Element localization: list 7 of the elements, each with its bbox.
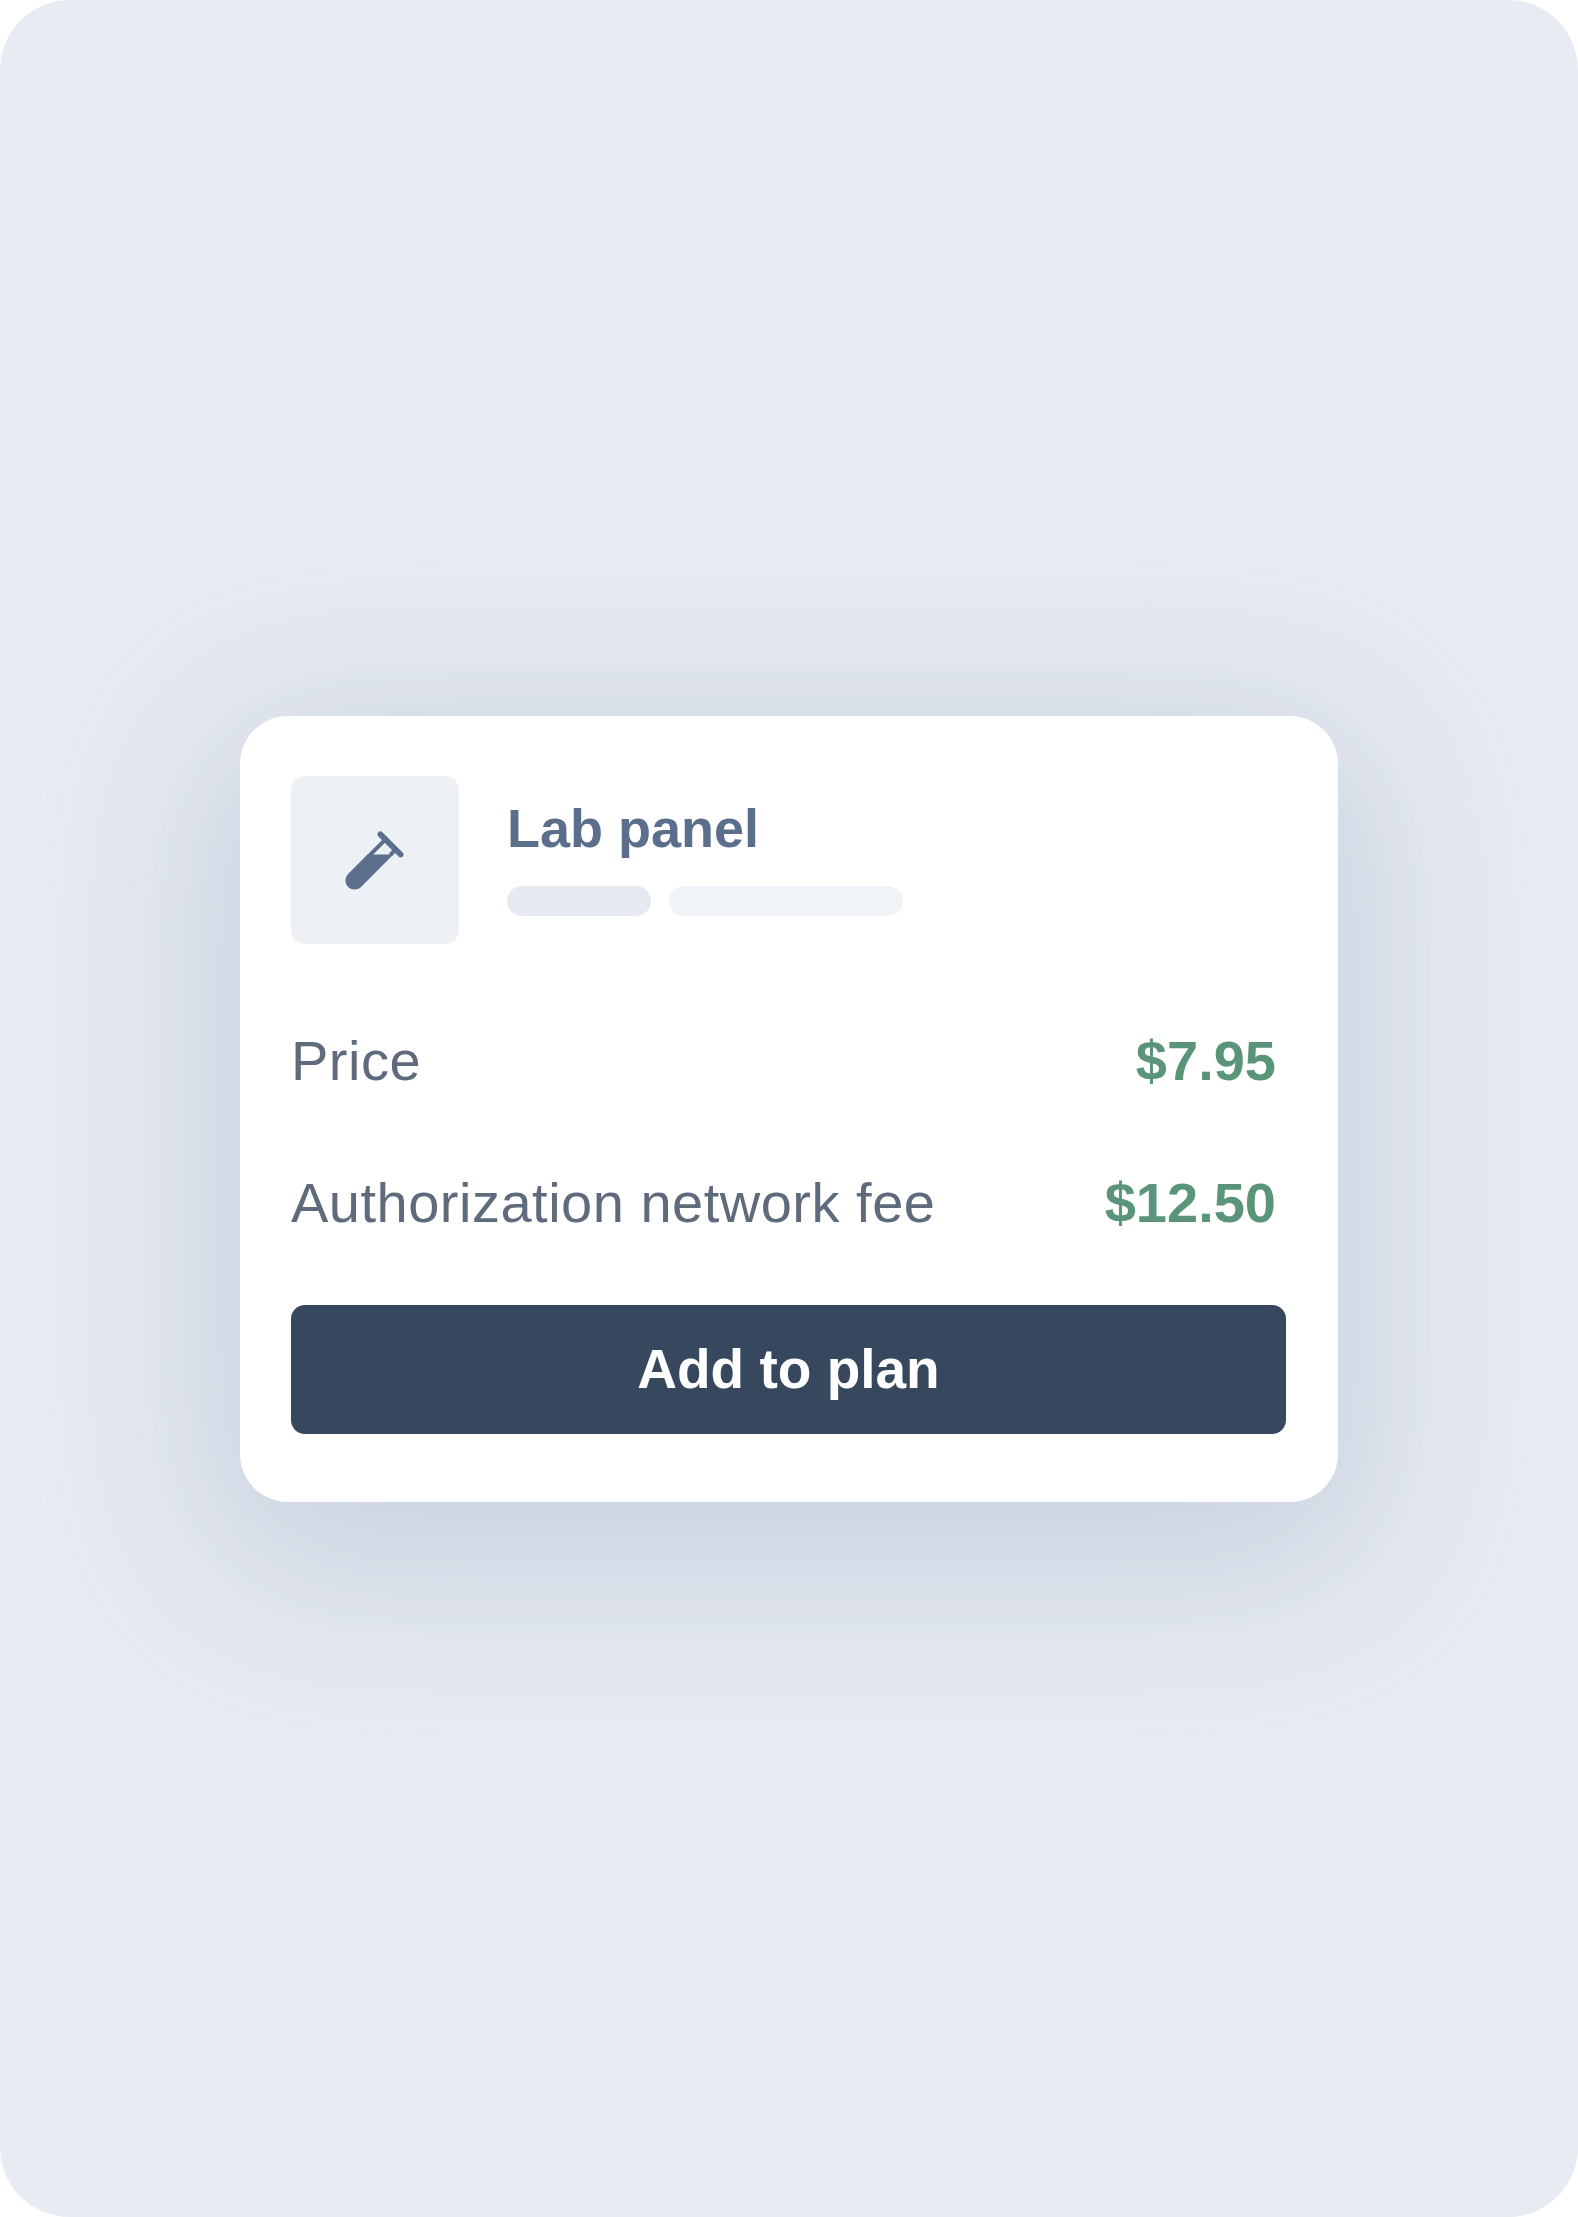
line-item-label: Authorization network fee <box>291 1169 936 1236</box>
line-item-amount: $12.50 <box>1104 1169 1276 1236</box>
test-tube-icon <box>345 829 405 890</box>
line-item-amount: $7.95 <box>1135 1027 1276 1094</box>
product-title: Lab panel <box>507 796 761 860</box>
add-to-plan-button[interactable]: Add to plan <box>291 1304 1286 1434</box>
line-item-label: Price <box>291 1027 422 1094</box>
